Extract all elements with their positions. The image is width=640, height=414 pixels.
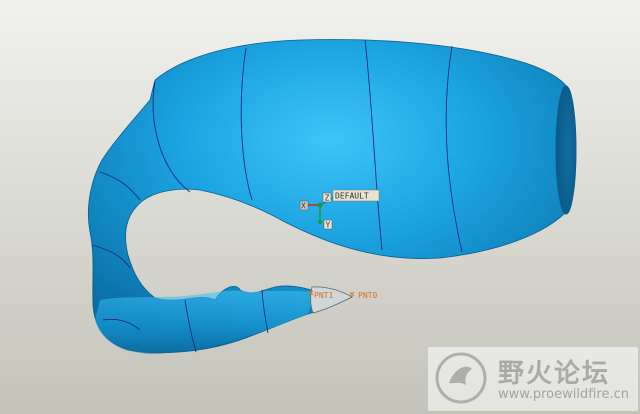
forum-watermark: 野火论坛 www.proewildfire.cn — [428, 347, 638, 411]
pnt1-label: PNT1 — [314, 291, 333, 300]
mouth-opening — [555, 85, 577, 215]
forum-url: www.proewildfire.cn — [498, 387, 629, 402]
csys-y-tip — [318, 220, 322, 224]
forum-logo-icon — [435, 352, 487, 404]
csys-x-label: X — [301, 202, 306, 211]
forum-title: 野火论坛 — [498, 359, 611, 389]
csys-name-label: DEFAULT — [335, 192, 369, 201]
csys-y-label: Y — [326, 221, 331, 230]
csys-origin — [317, 202, 323, 208]
csys-z-label: Z — [325, 194, 330, 203]
pnt0-label: PNT0 — [358, 291, 377, 300]
